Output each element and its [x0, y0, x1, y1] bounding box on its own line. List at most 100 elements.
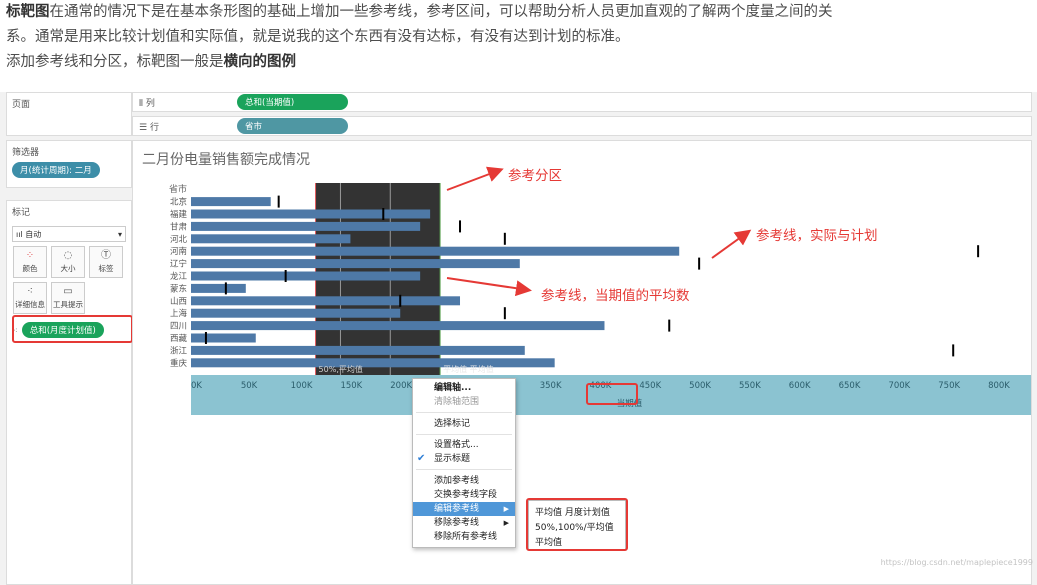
plan-marker-12 [952, 344, 955, 357]
menu-select-marks[interactable]: 选择标记 [413, 417, 515, 431]
annotation-avg: 参考线，当期值的平均数 [541, 288, 690, 304]
tooltip-button[interactable]: ▭ 工具提示 [51, 282, 85, 314]
label-button[interactable]: Ⓣ 标签 [89, 246, 123, 278]
menu-swap-reference-fields[interactable]: 交换参考线字段 [413, 488, 515, 502]
mark-type-label: ııl 自动 [16, 229, 41, 240]
category-label-9: 上海 [170, 308, 188, 319]
filters-panel[interactable]: 筛选器 月(统计周期): 二月 [6, 140, 132, 188]
paragraph-1-text: 在通常的情况下是在基本条形图的基础上增加一些参考线，参考区间，可以帮助分析人员更… [49, 4, 833, 20]
menu-edit-reference-line-label: 编辑参考线 [434, 504, 480, 514]
tooltip-button-label: 工具提示 [53, 299, 83, 309]
plan-marker-8 [399, 294, 402, 307]
rows-label-text: 行 [149, 122, 159, 133]
row-header: 省市 [169, 183, 187, 195]
check-icon: ✔ [417, 453, 426, 464]
category-label-8: 山西 [170, 296, 187, 307]
color-button-label: 颜色 [22, 263, 38, 273]
plan-marker-4 [977, 245, 980, 258]
highlight-marks-field [12, 315, 133, 343]
category-label-5: 辽宁 [170, 259, 187, 270]
menu-clear-axis-range[interactable]: 清除轴范围 [413, 395, 515, 409]
size-button-label: 大小 [60, 263, 76, 273]
submenu-arrow-icon: ▶ [503, 519, 509, 527]
bar-12 [191, 345, 525, 355]
category-label-13: 重庆 [170, 358, 188, 369]
label-button-label: 标签 [98, 263, 114, 273]
columns-shelf[interactable]: ⦀ 列 总和(当期值) [132, 92, 1032, 112]
rows-shelf-label: ☰ 行 [133, 120, 237, 133]
columns-label-text: 列 [145, 98, 155, 109]
term-bullet-chart: 标靶图 [6, 4, 50, 20]
x-tick-9: 450K [639, 381, 661, 391]
bar-7 [191, 283, 246, 293]
bar-9 [191, 308, 401, 318]
highlight-axis-label [586, 383, 638, 405]
x-tick-10: 500K [689, 381, 711, 391]
category-label-6: 龙江 [170, 271, 188, 282]
plan-marker-2 [459, 220, 462, 233]
rows-pill-province[interactable]: 省市 [237, 118, 348, 134]
mark-type-value: 自动 [25, 229, 42, 239]
category-label-1: 福建 [170, 209, 188, 220]
x-tick-12: 600K [789, 381, 811, 391]
color-dots-icon: ⁘ [25, 249, 35, 261]
chevron-down-icon: ▾ [117, 229, 122, 239]
marks-panel: 标记 ııl 自动 ▾ ⁘ 颜色 ◌ 大小 Ⓣ 标签 ⁖ 详细信息 ▭ 工具提示 ⁖ 总和… [6, 200, 132, 585]
x-tick-4: 200K [390, 381, 412, 391]
menu-edit-reference-line[interactable]: 编辑参考线 ▶ [413, 502, 515, 516]
size-icon: ◌ [63, 249, 73, 261]
x-tick-7: 350K [540, 381, 562, 391]
band-label-0: 50%,平均值 [319, 364, 363, 374]
rows-shelf[interactable]: ☰ 行 省市 [132, 116, 1032, 136]
columns-pill-current[interactable]: 总和(当期值) [237, 94, 348, 110]
band-label-1: 平均值 平均值 [443, 364, 494, 374]
columns-icon: ⦀ [139, 98, 146, 109]
x-tick-1: 50K [241, 381, 258, 391]
menu-remove-all-reference-lines[interactable]: 移除所有参考线 [413, 530, 515, 544]
plan-marker-9 [503, 307, 506, 320]
mark-type-dropdown[interactable]: ııl 自动 ▾ [12, 226, 126, 242]
bar-0 [191, 197, 271, 207]
menu-remove-reference-line-label: 移除参考线 [434, 518, 480, 528]
menu-add-reference-line[interactable]: 添加参考线 [413, 474, 515, 488]
menu-show-header-label: 显示标题 [434, 454, 471, 464]
bar-6 [191, 271, 421, 281]
menu-format[interactable]: 设置格式... [413, 438, 515, 452]
label-t-icon: Ⓣ [101, 249, 111, 261]
x-tick-2: 100K [291, 381, 313, 391]
bar-mark-icon: ııl [16, 229, 26, 239]
category-label-7: 蒙东 [170, 283, 187, 294]
category-label-4: 河南 [170, 246, 187, 257]
article-paragraph-2: 添加参考线和分区，标靶图一般是横向的图例 [6, 50, 1037, 75]
menu-remove-reference-line[interactable]: 移除参考线 ▶ [413, 516, 515, 530]
bar-2 [191, 221, 421, 231]
bar-4 [191, 246, 680, 256]
pages-panel[interactable]: 页面 [6, 92, 132, 136]
bar-11 [191, 333, 256, 343]
category-label-11: 西藏 [170, 333, 188, 344]
x-tick-15: 750K [938, 381, 960, 391]
menu-edit-axis[interactable]: 编辑轴... [413, 381, 515, 395]
detail-button[interactable]: ⁖ 详细信息 [13, 282, 47, 314]
term-horizontal: 横向的图例 [223, 54, 297, 70]
plan-marker-3 [503, 232, 506, 245]
plan-marker-7 [224, 282, 227, 295]
rows-icon: ☰ [139, 122, 150, 133]
pages-title: 页面 [12, 100, 31, 110]
bar-1 [191, 209, 431, 219]
x-tick-14: 700K [888, 381, 910, 391]
x-tick-13: 650K [839, 381, 861, 391]
size-button[interactable]: ◌ 大小 [51, 246, 85, 278]
marks-card-buttons: ⁘ 颜色 ◌ 大小 Ⓣ 标签 ⁖ 详细信息 ▭ 工具提示 [13, 246, 125, 314]
article-paragraph-1: 标靶图在通常的情况下是在基本条形图的基础上增加一些参考线，参考区间，可以帮助分析… [6, 0, 1037, 25]
article-text: 标靶图在通常的情况下是在基本条形图的基础上增加一些参考线，参考区间，可以帮助分析… [0, 0, 1037, 75]
filters-title: 筛选器 [12, 148, 40, 158]
category-label-2: 甘肃 [170, 221, 188, 232]
annotation-band: 参考分区 [508, 168, 562, 184]
menu-show-header[interactable]: ✔ 显示标题 [413, 452, 515, 466]
bar-8 [191, 296, 461, 306]
filter-pill-month[interactable]: 月(统计周期): 二月 [12, 162, 100, 178]
marks-title: 标记 [12, 208, 31, 218]
color-button[interactable]: ⁘ 颜色 [13, 246, 47, 278]
x-tick-11: 550K [739, 381, 761, 391]
